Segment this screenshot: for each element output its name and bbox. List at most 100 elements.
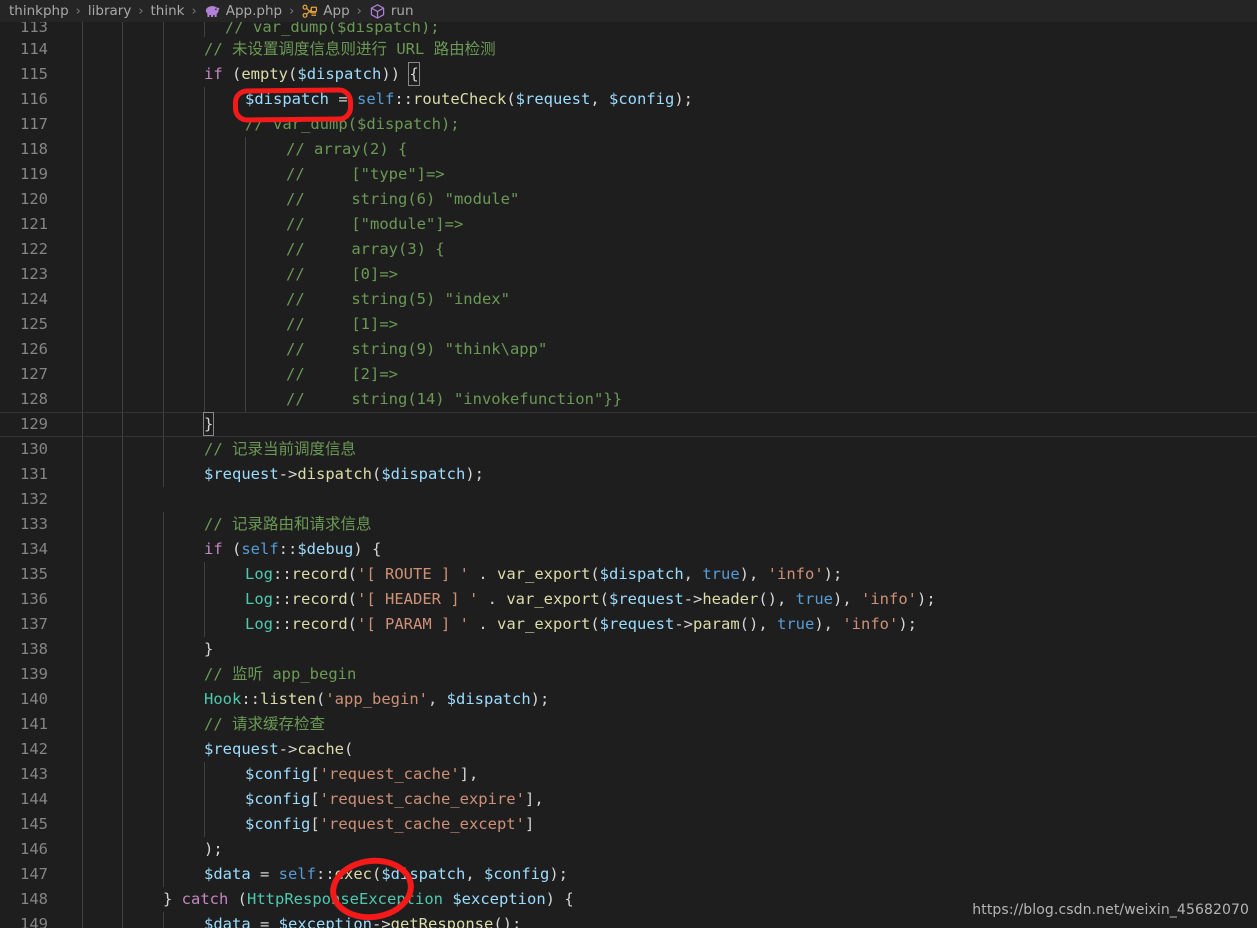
code-line-124[interactable]: 124 // string(5) "index" [0,287,1257,312]
indent-guide [163,762,164,787]
code-line-132[interactable]: 132 [0,487,1257,512]
code-line-140[interactable]: 140 Hook::listen('app_begin', $dispatch)… [0,687,1257,712]
indent-guide [122,212,123,237]
indent-guide [163,612,164,637]
code-line-135[interactable]: 135 Log::record('[ ROUTE ] ' . var_expor… [0,562,1257,587]
code-line-143[interactable]: 143 $config['request_cache'], [0,762,1257,787]
breadcrumb-item-app-class[interactable]: App [300,3,350,20]
indent-guide [163,413,164,436]
line-number: 139 [20,665,48,683]
indent-guide [163,387,164,412]
indent-guide [122,337,123,362]
indent-guide [122,22,123,37]
indent-guide [122,62,123,87]
breadcrumb[interactable]: thinkphp › library › think › App.php › A… [0,0,1257,22]
code-line-131[interactable]: 131 $request->dispatch($dispatch); [0,462,1257,487]
indent-guide [82,287,83,312]
method-cube-icon [369,3,386,20]
code-line-144[interactable]: 144 $config['request_cache_expire'], [0,787,1257,812]
php-elephant-icon [204,3,221,20]
line-number: 148 [20,890,48,908]
indent-guide [82,862,83,887]
code-line-142[interactable]: 142 $request->cache( [0,737,1257,762]
code-line-136[interactable]: 136 Log::record('[ HEADER ] ' . var_expo… [0,587,1257,612]
indent-guide [163,462,164,487]
indent-guide [163,312,164,337]
breadcrumb-label: App [323,3,350,19]
code-line-128[interactable]: 128 // string(14) "invokefunction"}} [0,387,1257,412]
line-number: 124 [20,290,48,308]
code-line-113[interactable]: 113 // var_dump($dispatch); [0,22,1257,37]
breadcrumb-item-app-php[interactable]: App.php [203,3,283,20]
indent-guide [163,137,164,162]
indent-guide [122,413,123,436]
code-text: $request->cache( [204,740,354,758]
indent-guide [163,37,164,62]
breadcrumb-item-thinkphp[interactable]: thinkphp [8,3,70,19]
indent-guide [122,387,123,412]
code-line-117[interactable]: 117 // var_dump($dispatch); [0,112,1257,137]
indent-guide [82,837,83,862]
indent-guide [163,687,164,712]
indent-guide [163,562,164,587]
indent-guide [82,37,83,62]
line-number: 142 [20,740,48,758]
code-line-123[interactable]: 123 // [0]=> [0,262,1257,287]
indent-guide [245,237,246,262]
code-line-116[interactable]: 116 $dispatch = self::routeCheck($reques… [0,87,1257,112]
line-number: 126 [20,340,48,358]
indent-guide [82,737,83,762]
code-text: // string(14) "invokefunction"}} [286,390,622,408]
code-text: Log::record('[ PARAM ] ' . var_export($r… [245,615,917,633]
code-editor[interactable]: 113 // var_dump($dispatch); 114 // 未设置调度… [0,22,1257,928]
code-line-126[interactable]: 126 // string(9) "think\app" [0,337,1257,362]
indent-guide [122,712,123,737]
line-number: 129 [20,415,48,433]
breadcrumb-item-think[interactable]: think [150,3,186,19]
code-text: if (empty($dispatch)) { [204,62,420,86]
line-number: 146 [20,840,48,858]
indent-guide [245,362,246,387]
line-number: 135 [20,565,48,583]
line-number: 140 [20,690,48,708]
line-number: 144 [20,790,48,808]
code-line-137[interactable]: 137 Log::record('[ PARAM ] ' . var_expor… [0,612,1257,637]
code-line-118[interactable]: 118 // array(2) { [0,137,1257,162]
code-line-141[interactable]: 141 // 请求缓存检查 [0,712,1257,737]
breadcrumb-item-run-method[interactable]: run [368,3,415,20]
code-text: $data = self::exec($dispatch, $config); [204,865,569,883]
breadcrumb-item-library[interactable]: library [87,3,132,19]
indent-guide [163,587,164,612]
line-number: 125 [20,315,48,333]
breadcrumb-separator: › [356,3,362,19]
code-line-122[interactable]: 122 // array(3) { [0,237,1257,262]
code-line-119[interactable]: 119 // ["type"]=> [0,162,1257,187]
code-line-125[interactable]: 125 // [1]=> [0,312,1257,337]
indent-guide [82,387,83,412]
code-text: } [202,412,215,436]
code-line-114[interactable]: 114 // 未设置调度信息则进行 URL 路由检测 [0,37,1257,62]
indent-guide [122,787,123,812]
indent-guide [122,612,123,637]
code-line-130[interactable]: 130 // 记录当前调度信息 [0,437,1257,462]
indent-guide [163,87,164,112]
indent-guide [82,413,83,436]
code-text: // array(2) { [286,140,408,158]
indent-guide [204,812,205,837]
indent-guide [163,287,164,312]
code-line-145[interactable]: 145 $config['request_cache_except'] [0,812,1257,837]
code-line-134[interactable]: 134 if (self::$debug) { [0,537,1257,562]
code-line-115[interactable]: 115 if (empty($dispatch)) { [0,62,1257,87]
indent-guide [122,137,123,162]
code-line-129[interactable]: 129 } [0,412,1257,437]
code-text: Hook::listen('app_begin', $dispatch); [204,690,550,708]
code-line-147[interactable]: 147 $data = self::exec($dispatch, $confi… [0,862,1257,887]
code-line-133[interactable]: 133 // 记录路由和请求信息 [0,512,1257,537]
indent-guide [204,22,205,37]
code-line-139[interactable]: 139 // 监听 app_begin [0,662,1257,687]
code-line-138[interactable]: 138 } [0,637,1257,662]
code-line-127[interactable]: 127 // [2]=> [0,362,1257,387]
code-line-146[interactable]: 146 ); [0,837,1257,862]
code-line-121[interactable]: 121 // ["module"]=> [0,212,1257,237]
code-line-120[interactable]: 120 // string(6) "module" [0,187,1257,212]
